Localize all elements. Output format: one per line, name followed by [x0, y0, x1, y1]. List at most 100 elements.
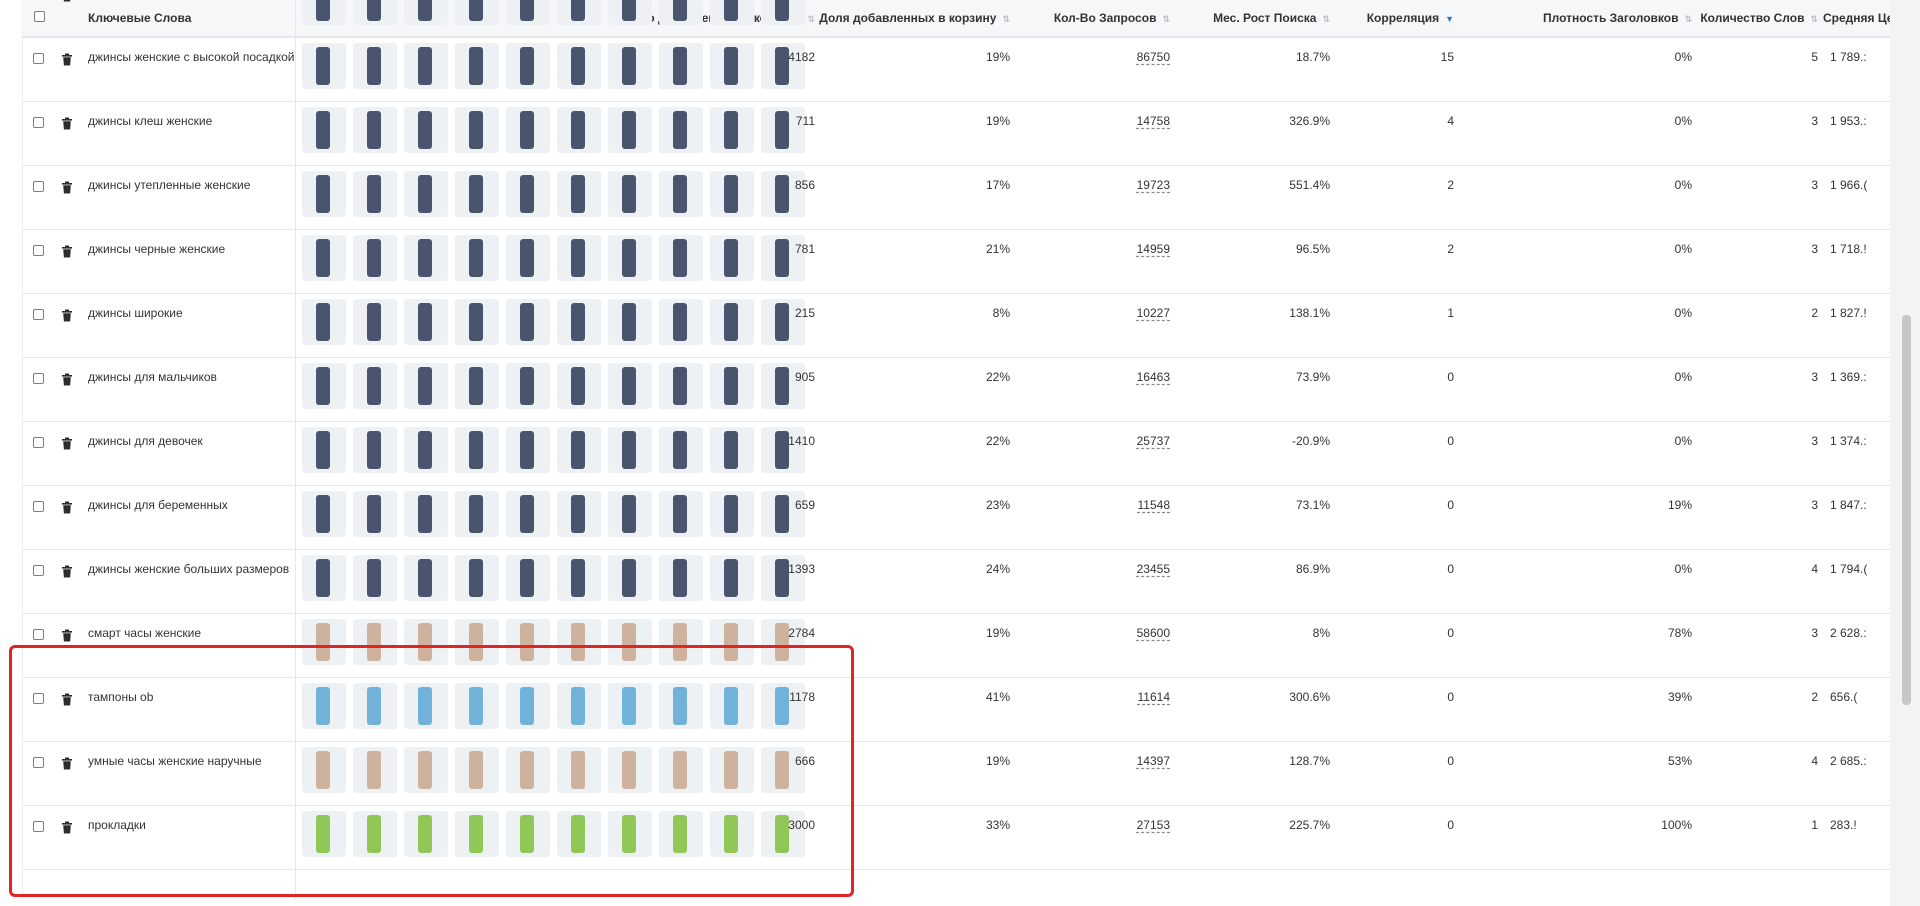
product-thumbnail[interactable]: [506, 43, 550, 89]
product-thumbnail[interactable]: [404, 171, 448, 217]
product-thumbnail[interactable]: [710, 683, 754, 729]
product-thumbnail[interactable]: [404, 299, 448, 345]
row-checkbox[interactable]: [33, 373, 44, 384]
cell-requests[interactable]: 58600: [1137, 626, 1170, 640]
cell-requests[interactable]: 19723: [1137, 178, 1170, 192]
product-thumbnail[interactable]: [710, 0, 754, 25]
trash-icon[interactable]: [61, 53, 73, 66]
product-thumbnail[interactable]: [302, 0, 346, 25]
product-thumbnail[interactable]: [557, 427, 601, 473]
product-thumbnail[interactable]: [455, 43, 499, 89]
product-thumbnail[interactable]: [302, 299, 346, 345]
product-thumbnail[interactable]: [761, 0, 805, 25]
product-thumbnail[interactable]: [353, 107, 397, 153]
product-thumbnail[interactable]: [608, 427, 652, 473]
product-thumbnail[interactable]: [506, 619, 550, 665]
product-thumbnail[interactable]: [506, 107, 550, 153]
product-thumbnail[interactable]: [608, 619, 652, 665]
product-thumbnail[interactable]: [302, 235, 346, 281]
product-thumbnail[interactable]: [353, 683, 397, 729]
trash-icon[interactable]: [61, 245, 73, 258]
row-checkbox[interactable]: [33, 757, 44, 768]
product-thumbnail[interactable]: [608, 171, 652, 217]
product-thumbnail[interactable]: [506, 747, 550, 793]
product-thumbnail[interactable]: [353, 299, 397, 345]
product-thumbnail[interactable]: [353, 491, 397, 537]
product-thumbnail[interactable]: [710, 107, 754, 153]
product-thumbnail[interactable]: [455, 427, 499, 473]
product-thumbnail[interactable]: [608, 43, 652, 89]
row-checkbox[interactable]: [33, 117, 44, 128]
vertical-scrollbar-thumb[interactable]: [1902, 315, 1911, 705]
product-thumbnail[interactable]: [608, 555, 652, 601]
keyword-text[interactable]: джинсы женские с высокой посадкой: [88, 50, 294, 64]
product-thumbnail[interactable]: [302, 747, 346, 793]
product-thumbnail[interactable]: [659, 683, 703, 729]
product-thumbnail[interactable]: [608, 491, 652, 537]
cell-requests[interactable]: 23455: [1137, 562, 1170, 576]
product-thumbnail[interactable]: [302, 107, 346, 153]
product-thumbnail[interactable]: [455, 619, 499, 665]
vertical-scrollbar-track[interactable]: [1890, 0, 1920, 906]
trash-icon[interactable]: [61, 373, 73, 386]
product-thumbnail[interactable]: [557, 235, 601, 281]
trash-icon[interactable]: [61, 181, 73, 194]
product-thumbnail[interactable]: [302, 363, 346, 409]
product-thumbnail[interactable]: [659, 427, 703, 473]
product-thumbnail[interactable]: [353, 811, 397, 857]
product-thumbnail[interactable]: [659, 299, 703, 345]
product-thumbnail[interactable]: [404, 747, 448, 793]
product-thumbnail[interactable]: [557, 555, 601, 601]
product-thumbnail[interactable]: [608, 299, 652, 345]
keyword-text[interactable]: смарт часы женские: [88, 626, 201, 640]
product-thumbnail[interactable]: [506, 811, 550, 857]
product-thumbnail[interactable]: [608, 107, 652, 153]
product-thumbnail[interactable]: [506, 171, 550, 217]
row-checkbox[interactable]: [33, 693, 44, 704]
product-thumbnail[interactable]: [659, 107, 703, 153]
product-thumbnail[interactable]: [302, 43, 346, 89]
product-thumbnail[interactable]: [404, 683, 448, 729]
product-thumbnail[interactable]: [455, 491, 499, 537]
keyword-text[interactable]: джинсы утепленные женские: [88, 178, 250, 192]
product-thumbnail[interactable]: [353, 0, 397, 25]
cell-requests[interactable]: 10227: [1137, 306, 1170, 320]
product-thumbnail[interactable]: [455, 107, 499, 153]
keyword-text[interactable]: умные часы женские наручные: [88, 754, 262, 768]
row-checkbox[interactable]: [33, 309, 44, 320]
keyword-text[interactable]: джинсы черные женские: [88, 242, 225, 256]
product-thumbnail[interactable]: [659, 363, 703, 409]
trash-icon[interactable]: [61, 0, 73, 2]
product-thumbnail[interactable]: [557, 491, 601, 537]
cell-requests[interactable]: 11548: [1138, 498, 1170, 512]
cell-requests[interactable]: 14959: [1137, 242, 1170, 256]
product-thumbnail[interactable]: [506, 363, 550, 409]
product-thumbnail[interactable]: [302, 555, 346, 601]
row-checkbox[interactable]: [33, 437, 44, 448]
product-thumbnail[interactable]: [659, 491, 703, 537]
keyword-text[interactable]: джинсы клеш женские: [88, 114, 212, 128]
trash-icon[interactable]: [61, 565, 73, 578]
product-thumbnail[interactable]: [659, 747, 703, 793]
product-thumbnail[interactable]: [404, 363, 448, 409]
trash-icon[interactable]: [61, 309, 73, 322]
product-thumbnail[interactable]: [710, 235, 754, 281]
cell-requests[interactable]: 25737: [1137, 434, 1170, 448]
product-thumbnail[interactable]: [710, 43, 754, 89]
product-thumbnail[interactable]: [557, 363, 601, 409]
row-checkbox[interactable]: [33, 629, 44, 640]
trash-icon[interactable]: [61, 757, 73, 770]
product-thumbnail[interactable]: [404, 107, 448, 153]
product-thumbnail[interactable]: [557, 171, 601, 217]
product-thumbnail[interactable]: [353, 747, 397, 793]
product-thumbnail[interactable]: [557, 747, 601, 793]
product-thumbnail[interactable]: [302, 427, 346, 473]
product-thumbnail[interactable]: [302, 811, 346, 857]
trash-icon[interactable]: [61, 821, 73, 834]
product-thumbnail[interactable]: [659, 555, 703, 601]
product-thumbnail[interactable]: [353, 363, 397, 409]
product-thumbnail[interactable]: [659, 811, 703, 857]
trash-icon[interactable]: [61, 117, 73, 130]
product-thumbnail[interactable]: [353, 235, 397, 281]
cell-requests[interactable]: 14758: [1137, 114, 1170, 128]
